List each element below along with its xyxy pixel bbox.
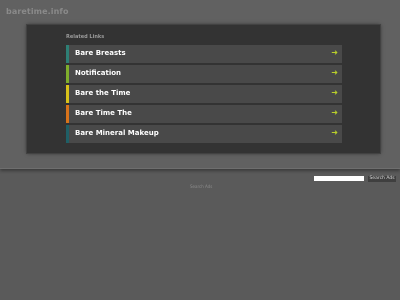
arrow-right-icon[interactable]: ➜ [331,88,338,97]
related-link-bare-time-the[interactable]: Bare Time The ➜ [66,105,342,123]
related-links-panel: Related Links Bare Breasts ➜ Notificatio… [27,25,380,153]
header-band: baretime.info Related Links Bare Breasts… [0,0,400,169]
related-links-heading: Related Links [66,34,105,40]
related-link-label[interactable]: Bare the Time [75,89,130,97]
arrow-right-icon[interactable]: ➜ [331,108,338,117]
related-links-list: Bare Breasts ➜ Notification ➜ Bare the T… [66,45,342,145]
search-input[interactable] [314,176,364,181]
search-ads-button[interactable]: Search Ads [368,176,396,182]
related-link-label[interactable]: Bare Time The [75,109,132,117]
related-link-label[interactable]: Notification [75,69,121,77]
related-link-label[interactable]: Bare Breasts [75,49,126,57]
arrow-right-icon[interactable]: ➜ [331,48,338,57]
related-link-bare-breasts[interactable]: Bare Breasts ➜ [66,45,342,63]
related-link-notification[interactable]: Notification ➜ [66,65,342,83]
related-link-label[interactable]: Bare Mineral Makeup [75,129,159,137]
related-link-bare-the-time[interactable]: Bare the Time ➜ [66,85,342,103]
arrow-right-icon[interactable]: ➜ [331,68,338,77]
arrow-right-icon[interactable]: ➜ [331,128,338,137]
footer-search-ads-link[interactable]: Search Ads [190,184,212,189]
related-link-bare-mineral-makeup[interactable]: Bare Mineral Makeup ➜ [66,125,342,143]
site-title[interactable]: baretime.info [6,7,69,16]
